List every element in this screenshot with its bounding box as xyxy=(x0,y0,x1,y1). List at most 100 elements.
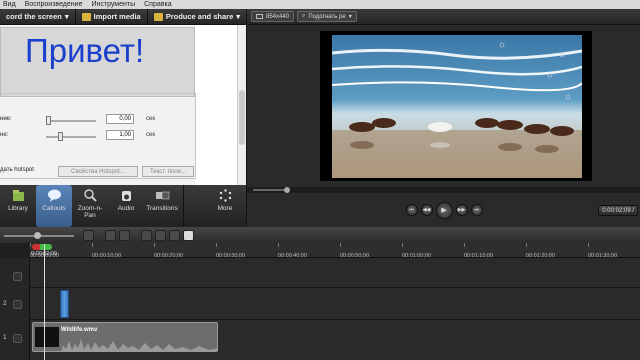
tool-zoom-pan[interactable]: Zoom-n-Pan xyxy=(72,185,108,227)
ruler-tick-mark xyxy=(402,243,403,247)
tool-library-label: Library xyxy=(8,205,28,212)
tools-divider xyxy=(183,185,184,227)
ruler-tick-mark xyxy=(216,243,217,247)
canvas-size-button[interactable]: 854x440 xyxy=(251,11,295,22)
playback-controls: ⏮ ◀◀ ▶ ▶▶ ⏭ xyxy=(247,193,640,227)
track-1[interactable]: Wildlife.wmv xyxy=(30,320,640,360)
tool-transitions-label: Transitions xyxy=(146,205,178,212)
tools-strip: Library Callouts Zoom-n-Pan Audio Transi… xyxy=(0,185,246,227)
audio-waveform xyxy=(61,339,217,351)
timeline-ruler[interactable]: 0:00:02;09 00:00:00;0000:00:10;0000:00:2… xyxy=(30,243,640,259)
skip-back-icon[interactable]: ⏮ xyxy=(405,204,418,216)
ruler-tick-mark xyxy=(588,243,589,247)
import-media-button[interactable]: Import media xyxy=(76,8,148,25)
chevron-down-icon: ▾ xyxy=(64,12,69,21)
fade-in-unit: сек xyxy=(146,116,155,122)
tool-callouts[interactable]: Callouts xyxy=(36,185,72,227)
callout-properties-panel: Привет! ние: 0,00 сек не: 1,00 сек дать … xyxy=(0,25,246,185)
ruler-tick-mark xyxy=(30,243,31,247)
fade-in-label: ние: xyxy=(0,116,12,122)
chevron-down-icon: ▾ xyxy=(236,12,241,21)
fade-in-slider-thumb[interactable] xyxy=(46,116,51,125)
audio-icon xyxy=(121,191,131,201)
copy-icon[interactable] xyxy=(155,230,166,241)
fade-out-slider-track[interactable] xyxy=(46,136,96,138)
video-frame xyxy=(332,35,582,178)
hotspot-checkbox-label[interactable]: дать hotspot xyxy=(0,167,34,173)
record-screen-label: cord the screen xyxy=(6,12,62,21)
tool-audio[interactable]: Audio xyxy=(108,185,144,227)
paste-icon[interactable] xyxy=(169,230,180,241)
camtasia-window: Вид Воспроизведение Инструменты Справка … xyxy=(0,0,640,360)
track-1-toggle[interactable] xyxy=(13,334,22,343)
fit-zoom-label: Подогнать ре xyxy=(308,13,346,20)
callout-clip[interactable] xyxy=(60,290,69,318)
produce-share-button[interactable]: Produce and share ▾ xyxy=(148,8,248,25)
step-forward-icon[interactable]: ▶▶ xyxy=(455,204,468,216)
fit-zoom-dropdown[interactable]: ⌕ Подогнать ре ▾ xyxy=(297,11,357,22)
hotspot-properties-button[interactable]: Свойства Hotspot... xyxy=(58,166,138,177)
fade-in-input[interactable]: 0,00 xyxy=(106,114,134,124)
record-screen-button[interactable]: cord the screen ▾ xyxy=(0,8,76,25)
track-3[interactable] xyxy=(30,258,640,288)
track-2-number: 2 xyxy=(3,300,7,307)
text-field-button[interactable]: Текст. поле... xyxy=(142,166,194,177)
track-2[interactable] xyxy=(30,288,640,320)
fade-in-slider-track[interactable] xyxy=(46,120,96,122)
preview-toolbar: 854x440 ⌕ Подогнать ре ▾ xyxy=(247,9,640,25)
tool-zoom-pan-label: Zoom-n-Pan xyxy=(77,205,103,219)
skip-forward-icon[interactable]: ⏭ xyxy=(470,204,483,216)
ruler-tick-mark xyxy=(92,243,93,247)
playhead-handle[interactable] xyxy=(32,244,52,250)
more-icon xyxy=(219,189,231,202)
tool-audio-label: Audio xyxy=(117,205,135,212)
fade-group: ние: 0,00 сек не: 1,00 сек дать hotspot … xyxy=(0,93,196,179)
import-media-label: Import media xyxy=(93,12,141,21)
media-clip[interactable]: Wildlife.wmv xyxy=(32,322,218,352)
tool-more-label: More xyxy=(217,205,233,212)
timeline: 0:00:02;09 00:00:00;0000:00:10;0000:00:2… xyxy=(0,227,640,360)
ruler-tick-mark xyxy=(340,243,341,247)
zoom-slider-knob[interactable] xyxy=(34,231,41,239)
search-icon: ⌕ xyxy=(302,13,306,19)
fade-out-unit: сек xyxy=(146,132,155,138)
timeline-toolbar xyxy=(0,228,640,243)
track-3-toggle[interactable] xyxy=(13,272,22,281)
tool-callouts-label: Callouts xyxy=(42,205,66,212)
zoom-icon xyxy=(83,189,97,202)
folder-icon xyxy=(81,12,91,21)
produce-icon xyxy=(153,12,163,21)
split-icon[interactable] xyxy=(183,230,194,241)
chevron-down-icon: ▾ xyxy=(348,14,352,20)
preview-panel: 854x440 ⌕ Подогнать ре ▾ ⏮ ◀◀ ▶ ▶▶ ⏭ 0:0… xyxy=(246,9,640,227)
seek-progress xyxy=(253,189,288,191)
ruler-tick-mark xyxy=(526,243,527,247)
panel-scrollbar[interactable] xyxy=(237,25,246,185)
track-headers: 2 1 xyxy=(0,258,30,360)
tool-transitions[interactable]: Transitions xyxy=(144,185,180,227)
undo-icon[interactable] xyxy=(105,230,116,241)
search-icon[interactable] xyxy=(83,230,94,241)
transitions-icon xyxy=(155,191,169,200)
fade-out-slider-thumb[interactable] xyxy=(58,132,63,141)
scrollbar-thumb[interactable] xyxy=(239,90,245,145)
redo-icon[interactable] xyxy=(119,230,130,241)
tool-library[interactable]: Library xyxy=(0,185,36,227)
ruler-tick-mark xyxy=(278,243,279,247)
callout-text-preview[interactable]: Привет! xyxy=(0,27,195,97)
play-icon[interactable]: ▶ xyxy=(435,201,453,219)
timecode-display: 0:00:02;09 / xyxy=(598,205,638,216)
tool-more[interactable]: More xyxy=(207,185,243,227)
track-1-number: 1 xyxy=(3,334,7,341)
canvas-size-label: 854x440 xyxy=(266,13,290,20)
canvas-icon xyxy=(256,14,263,19)
track-2-toggle[interactable] xyxy=(13,300,22,309)
library-icon xyxy=(12,190,24,201)
timeline-zoom-slider[interactable] xyxy=(4,231,74,239)
step-back-icon[interactable]: ◀◀ xyxy=(420,204,433,216)
ruler-tick-mark xyxy=(464,243,465,247)
fade-out-input[interactable]: 1,00 xyxy=(106,130,134,140)
cut-icon[interactable] xyxy=(141,230,152,241)
video-canvas[interactable] xyxy=(320,31,592,181)
fade-out-label: не: xyxy=(0,132,9,138)
